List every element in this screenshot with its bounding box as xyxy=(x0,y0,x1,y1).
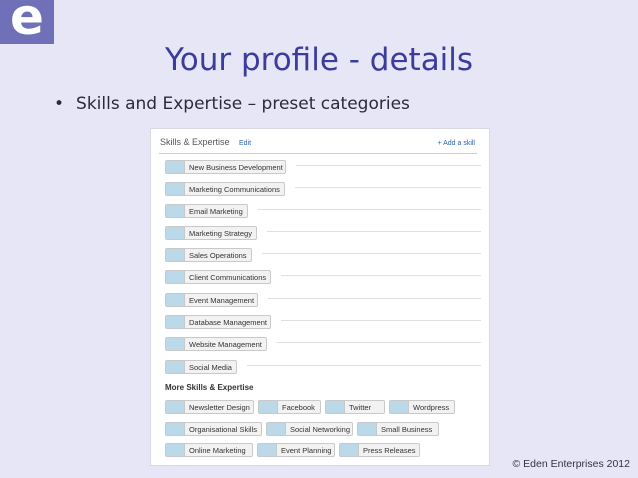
panel-title: Skills & Expertise xyxy=(160,137,230,147)
endorsement-count xyxy=(166,227,185,239)
endorsement-count xyxy=(166,161,185,173)
skill-pill[interactable]: Newsletter Design xyxy=(165,400,254,414)
endorsement-count xyxy=(259,401,278,413)
skill-divider xyxy=(281,320,481,321)
more-skills-title: More Skills & Expertise xyxy=(165,383,254,392)
skill-pill[interactable]: Marketing Communications xyxy=(165,182,285,196)
skill-pill[interactable]: Facebook xyxy=(258,400,321,414)
skill-pill[interactable]: Social Networking xyxy=(266,422,353,436)
slide-title: Your profile - details xyxy=(164,42,474,78)
skill-row: Client Communications xyxy=(165,267,481,284)
endorsement-count xyxy=(166,271,185,283)
skill-pill[interactable]: Client Communications xyxy=(165,270,271,284)
skill-pill[interactable]: Sales Operations xyxy=(165,248,252,262)
endorsement-count xyxy=(326,401,345,413)
endorsement-count xyxy=(166,316,185,328)
endorsement-count xyxy=(267,423,286,435)
endorsement-count xyxy=(166,423,185,435)
skill-divider xyxy=(268,298,481,299)
skill-pill[interactable]: Event Management xyxy=(165,293,258,307)
skill-pill[interactable]: Marketing Strategy xyxy=(165,226,257,240)
skill-divider xyxy=(281,275,481,276)
skill-row: New Business Development xyxy=(165,157,481,174)
skill-divider xyxy=(296,165,481,166)
bullet-point: • Skills and Expertise – preset categorie… xyxy=(54,94,410,114)
skill-row: Event Management xyxy=(165,290,481,307)
endorsement-count xyxy=(166,249,185,261)
endorsement-count xyxy=(166,401,185,413)
skill-row: Sales Operations xyxy=(165,245,481,262)
skill-pill[interactable]: New Business Development xyxy=(165,160,286,174)
panel-header: Skills & Expertise Edit + Add a skill xyxy=(159,135,477,154)
skill-row: Marketing Strategy xyxy=(165,223,481,240)
skill-divider xyxy=(277,342,481,343)
skill-pill[interactable]: Small Business xyxy=(357,422,439,436)
endorsement-count xyxy=(166,183,185,195)
skill-pill[interactable]: Wordpress xyxy=(389,400,455,414)
skill-divider xyxy=(267,231,481,232)
skill-divider xyxy=(262,253,481,254)
endorsement-count xyxy=(166,444,185,456)
logo-letter: e xyxy=(10,0,44,46)
logo: e xyxy=(0,0,54,44)
endorsement-count xyxy=(340,444,359,456)
skill-divider xyxy=(295,187,481,188)
skill-pill[interactable]: Website Management xyxy=(165,337,267,351)
skill-pill[interactable]: Organisational Skills xyxy=(165,422,262,436)
endorsement-count xyxy=(166,294,185,306)
skill-divider xyxy=(258,209,481,210)
skill-divider xyxy=(247,365,481,366)
skill-pill[interactable]: Email Marketing xyxy=(165,204,248,218)
edit-link[interactable]: Edit xyxy=(239,140,251,147)
skills-panel: Skills & Expertise Edit + Add a skill Ne… xyxy=(150,128,490,466)
skill-row: Website Management xyxy=(165,334,481,351)
bullet-text: Skills and Expertise – preset categories xyxy=(76,94,410,114)
endorsement-count xyxy=(390,401,409,413)
skill-pill[interactable]: Twitter xyxy=(325,400,385,414)
endorsement-count xyxy=(358,423,377,435)
skill-row: Marketing Communications xyxy=(165,179,481,196)
endorsement-count xyxy=(166,205,185,217)
more-skills-row: Organisational Skills Social Networking Sm… xyxy=(165,419,443,436)
skill-pill[interactable]: Press Releases xyxy=(339,443,420,457)
more-skills-row: Online Marketing Event Planning Press Rele… xyxy=(165,440,424,457)
skill-pill[interactable]: Social Media xyxy=(165,360,237,374)
endorsement-count xyxy=(166,361,185,373)
skill-pill[interactable]: Event Planning xyxy=(257,443,335,457)
endorsement-count xyxy=(166,338,185,350)
endorsement-count xyxy=(258,444,277,456)
bullet-icon: • xyxy=(54,94,65,114)
skill-row: Email Marketing xyxy=(165,201,481,218)
more-skills-row: Newsletter Design Facebook Twitter Wordpres… xyxy=(165,397,459,414)
skill-row: Social Media xyxy=(165,357,481,374)
skill-pill[interactable]: Online Marketing xyxy=(165,443,253,457)
add-skill-link[interactable]: + Add a skill xyxy=(437,140,475,147)
copyright-footer: © Eden Enterprises 2012 xyxy=(512,458,630,470)
skill-pill[interactable]: Database Management xyxy=(165,315,271,329)
skill-row: Database Management xyxy=(165,312,481,329)
